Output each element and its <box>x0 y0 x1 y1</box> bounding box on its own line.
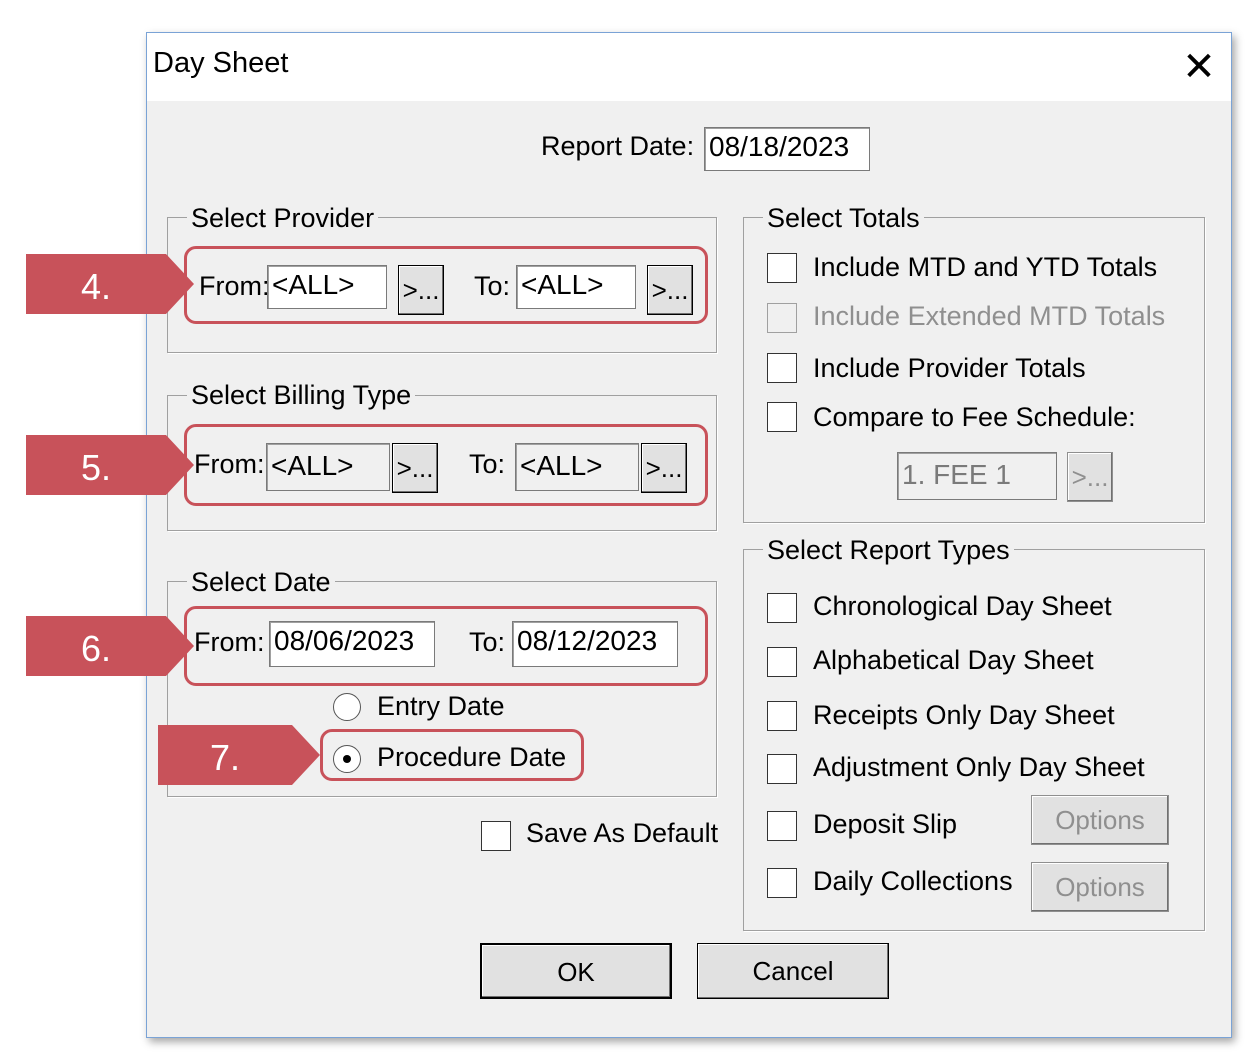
highlight-date <box>184 606 708 686</box>
callout-6: 6. <box>26 616 194 676</box>
select-billing-type-title: Select Billing Type <box>187 380 416 411</box>
title-bar: Day Sheet ✕ <box>147 33 1231 101</box>
adjustment-only-checkbox[interactable] <box>767 754 797 784</box>
cancel-button[interactable]: Cancel <box>697 943 889 999</box>
daily-collections-options-button[interactable]: Options <box>1031 862 1169 912</box>
mtd-ytd-checkbox[interactable] <box>767 253 797 283</box>
entry-date-label: Entry Date <box>377 691 505 721</box>
alphabetical-label: Alphabetical Day Sheet <box>813 645 1094 675</box>
deposit-slip-label: Deposit Slip <box>813 809 958 839</box>
select-totals-title: Select Totals <box>763 203 924 234</box>
mtd-ytd-label: Include MTD and YTD Totals <box>813 252 1158 282</box>
select-date-title: Select Date <box>187 567 335 598</box>
receipts-only-checkbox[interactable] <box>767 701 797 731</box>
ok-button[interactable]: OK <box>480 943 672 999</box>
extended-mtd-checkbox[interactable] <box>767 303 797 333</box>
save-as-default-checkbox[interactable] <box>481 821 511 851</box>
highlight-procedure-date <box>320 729 584 781</box>
close-icon[interactable]: ✕ <box>1173 41 1225 93</box>
chronological-label: Chronological Day Sheet <box>813 591 1112 621</box>
callout-4: 4. <box>26 254 194 314</box>
chronological-checkbox[interactable] <box>767 593 797 623</box>
report-date-label: Report Date: <box>541 131 695 161</box>
day-sheet-dialog: Day Sheet ✕ Report Date: 08/18/2023 Sele… <box>146 32 1232 1038</box>
daily-collections-checkbox[interactable] <box>767 868 797 898</box>
callout-5: 5. <box>26 435 194 495</box>
compare-fee-checkbox[interactable] <box>767 402 797 432</box>
entry-date-radio[interactable] <box>333 693 361 721</box>
receipts-only-label: Receipts Only Day Sheet <box>813 700 1115 730</box>
adjustment-only-label: Adjustment Only Day Sheet <box>813 752 1145 782</box>
deposit-slip-checkbox[interactable] <box>767 811 797 841</box>
highlight-provider <box>184 246 708 324</box>
select-report-types-title: Select Report Types <box>763 535 1014 566</box>
save-as-default-label: Save As Default <box>526 818 719 848</box>
highlight-billing-type <box>184 424 708 506</box>
window-title: Day Sheet <box>153 47 289 79</box>
compare-fee-label: Compare to Fee Schedule: <box>813 402 1136 432</box>
fee-schedule-browse-button[interactable]: >... <box>1067 452 1113 502</box>
provider-totals-checkbox[interactable] <box>767 353 797 383</box>
extended-mtd-label: Include Extended MTD Totals <box>813 301 1166 331</box>
alphabetical-checkbox[interactable] <box>767 647 797 677</box>
select-provider-title: Select Provider <box>187 203 379 234</box>
callout-7: 7. <box>158 725 320 785</box>
daily-collections-label: Daily Collections <box>813 866 1013 896</box>
deposit-slip-options-button[interactable]: Options <box>1031 795 1169 845</box>
fee-schedule-input[interactable]: 1. FEE 1 <box>897 452 1057 500</box>
report-date-input[interactable]: 08/18/2023 <box>704 127 870 171</box>
provider-totals-label: Include Provider Totals <box>813 353 1086 383</box>
